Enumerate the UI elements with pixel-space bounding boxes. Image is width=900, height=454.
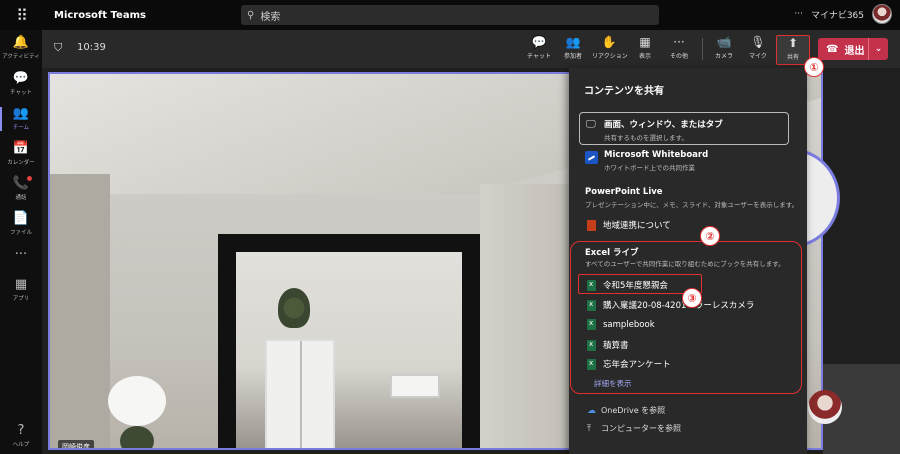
- powerpoint-icon: [587, 219, 596, 231]
- cabinet: [265, 339, 335, 448]
- app-launcher-icon[interactable]: ⠿: [0, 0, 44, 30]
- ppt-section-title: PowerPoint Live: [585, 187, 663, 197]
- calendar-icon: 📅: [12, 141, 30, 156]
- teams-icon: 👥: [12, 106, 30, 121]
- browse-onedrive-link[interactable]: ☁ OneDrive を参照: [587, 405, 665, 416]
- view-button[interactable]: ▦ 表示: [628, 35, 662, 65]
- chat-button[interactable]: 💬 チャット: [522, 35, 556, 65]
- more-icon: ···: [14, 247, 28, 262]
- rail-chat[interactable]: 💬 チャット: [0, 71, 42, 97]
- notification-dot: [27, 176, 32, 181]
- chevron-down-icon[interactable]: ⌄: [868, 38, 888, 60]
- rail-more[interactable]: ···: [0, 248, 42, 262]
- cloud-icon: ☁: [587, 405, 596, 416]
- left-rail: 🔔 アクティビティ 💬 チャット 👥 チーム 📅 カレンダー 📞 通話 📄 ファ…: [0, 30, 42, 454]
- camera-icon: 📹: [716, 35, 732, 49]
- participants-button[interactable]: 👥 参加者: [556, 35, 590, 65]
- camera-button[interactable]: 📹 カメラ: [707, 35, 741, 65]
- participant-name-tag: 岡崎俊彦: [58, 440, 94, 448]
- meeting-toolbar: ⛉ 10:39 💬 チャット 👥 参加者 ✋ リアクション ▦ 表示 ··· そ…: [42, 30, 900, 68]
- ppt-file-item[interactable]: 地域連携について: [587, 219, 671, 231]
- reaction-icon: ✋: [601, 35, 617, 49]
- mic-button[interactable]: 🎙 マイク: [741, 35, 775, 65]
- rail-help[interactable]: ? ヘルプ: [0, 423, 42, 449]
- rail-activity[interactable]: 🔔 アクティビティ: [0, 35, 42, 61]
- leave-button[interactable]: ☎ 退出 ⌄: [818, 38, 888, 60]
- more-icon: ···: [673, 35, 685, 49]
- rail-calls[interactable]: 📞 通話: [0, 176, 42, 201]
- browse-computer-link[interactable]: ⤒ コンピューターを参照: [587, 423, 681, 434]
- search-placeholder: 検索: [260, 11, 281, 23]
- monitor-icon: 🖵: [586, 119, 596, 130]
- excel-section-highlight: [570, 241, 802, 394]
- wall-picture: [390, 374, 440, 398]
- step-marker-3: ③: [682, 288, 702, 308]
- chat-icon: 💬: [531, 35, 547, 49]
- shield-icon: ⛉: [54, 41, 63, 54]
- title-right: ··· マイナビ365: [794, 4, 892, 24]
- panel-title: コンテンツを共有: [584, 86, 664, 97]
- help-icon: ?: [17, 423, 25, 438]
- rail-apps[interactable]: ▦ アプリ: [0, 277, 42, 303]
- search-icon: ⚲: [247, 9, 255, 21]
- hangup-icon: ☎: [826, 43, 839, 55]
- ppt-section-subtitle: プレゼンテーション中に、メモ、スライド、対象ユーザーを表示します。: [585, 201, 799, 209]
- people-icon: 👥: [565, 35, 581, 49]
- plant: [278, 288, 310, 328]
- rail-calendar[interactable]: 📅 カレンダー: [0, 141, 42, 167]
- rail-teams[interactable]: 👥 チーム: [0, 107, 42, 131]
- grid-icon: ▦: [639, 35, 651, 49]
- lamp: [108, 376, 166, 426]
- mic-icon: 🎙: [750, 35, 766, 49]
- upload-icon: ⤒: [587, 423, 591, 434]
- step-marker-1: ①: [804, 57, 824, 77]
- whiteboard-option[interactable]: Microsoft Whiteboard ホワイトボード上での共同作業: [585, 150, 795, 172]
- share-screen-option[interactable]: 🖵 画面、ウィンドウ、またはタブ 共有するものを選択します。: [579, 112, 789, 145]
- title-bar: ⠿ Microsoft Teams ⚲ 検索 ··· マイナビ365: [0, 0, 900, 30]
- toolbar-separator: [702, 38, 703, 60]
- user-name: マイナビ365: [811, 10, 864, 21]
- more-button[interactable]: ··· その他: [662, 35, 696, 65]
- whiteboard-icon: [585, 151, 598, 164]
- meeting-timer: 10:39: [77, 42, 106, 53]
- phone-icon: 📞: [12, 176, 30, 191]
- apps-icon: ▦: [14, 277, 28, 292]
- teams-window: ⠿ Microsoft Teams ⚲ 検索 ··· マイナビ365 🔔 アクテ…: [0, 0, 900, 454]
- search-box[interactable]: ⚲ 検索: [241, 5, 659, 25]
- rail-files[interactable]: 📄 ファイル: [0, 211, 42, 237]
- more-options-icon[interactable]: ···: [794, 9, 803, 19]
- step-marker-2: ②: [700, 226, 720, 246]
- self-avatar: [808, 390, 842, 424]
- room-wall: [50, 174, 110, 448]
- chat-icon: 💬: [12, 71, 30, 86]
- reactions-button[interactable]: ✋ リアクション: [592, 35, 628, 65]
- user-avatar[interactable]: [872, 4, 892, 24]
- bell-icon: 🔔: [12, 35, 30, 50]
- file-icon: 📄: [12, 211, 30, 226]
- plant-pot: [120, 426, 154, 448]
- share-icon: ⬆: [787, 36, 799, 50]
- app-name: Microsoft Teams: [54, 9, 146, 21]
